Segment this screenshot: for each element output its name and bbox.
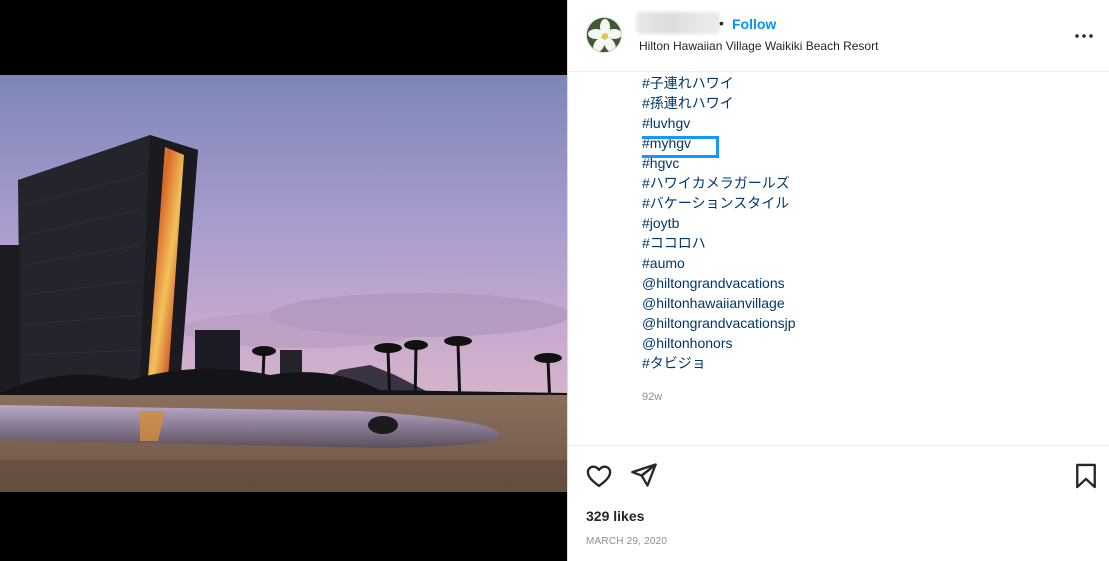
caption-tag-row: #バケーションスタイル: [642, 193, 1082, 213]
post-date: MARCH 29, 2020: [586, 536, 668, 547]
hashtag-link[interactable]: #タビジョ: [642, 355, 706, 371]
caption-tag-row: @hiltonhawaiianvillage: [642, 293, 1082, 313]
post-photo[interactable]: [0, 75, 567, 492]
post-header: • Follow Hilton Hawaiian Village Waikiki…: [568, 0, 1109, 72]
caption-tag-row: #子連れハワイ: [642, 73, 1082, 93]
hashtag-link[interactable]: #joytb: [642, 215, 679, 231]
post-actions: 329 likes MARCH 29, 2020: [568, 445, 1109, 561]
location-link[interactable]: Hilton Hawaiian Village Waikiki Beach Re…: [639, 39, 878, 53]
caption-tag-row: @hiltonhonors: [642, 333, 1082, 353]
send-icon[interactable]: [630, 461, 658, 489]
hashtag-link[interactable]: #ココロハ: [642, 235, 706, 251]
hashtag-link[interactable]: #luvhgv: [642, 115, 690, 131]
caption-tag-row: @hiltongrandvacations: [642, 273, 1082, 293]
hashtag-link[interactable]: #ハワイカメラガールズ: [642, 175, 790, 191]
highlight-box: [642, 136, 719, 158]
caption-tag-list: #子連れハワイ #孫連れハワイ #luvhgv #myhgv #hgvc #ハワイカメラガ…: [642, 73, 1082, 373]
post-media: [0, 0, 567, 561]
hashtag-link[interactable]: #孫連れハワイ: [642, 95, 734, 111]
bookmark-icon[interactable]: [1072, 462, 1100, 490]
caption-tag-row: #ココロハ: [642, 233, 1082, 253]
caption-tag-row: #aumo: [642, 253, 1082, 273]
likes-count[interactable]: 329 likes: [586, 508, 644, 524]
mention-link[interactable]: @hiltongrandvacations: [642, 275, 785, 291]
hashtag-link[interactable]: #バケーションスタイル: [642, 195, 789, 211]
username-redacted[interactable]: [636, 12, 720, 34]
heart-icon[interactable]: [585, 462, 613, 490]
separator-dot: •: [719, 15, 724, 31]
caption-tag-row: #luvhgv: [642, 113, 1082, 133]
comment-age: 92w: [642, 391, 663, 403]
avatar[interactable]: [586, 17, 622, 53]
mention-link[interactable]: @hiltonhawaiianvillage: [642, 295, 785, 311]
flower-avatar-icon: [587, 18, 621, 52]
caption-tag-row: #ハワイカメラガールズ: [642, 173, 1082, 193]
caption-tag-row: @hiltongrandvacationsjp: [642, 313, 1082, 333]
hashtag-link[interactable]: #子連れハワイ: [642, 75, 734, 91]
caption-tag-row: #タビジョ: [642, 353, 1082, 373]
hashtag-link[interactable]: #aumo: [642, 255, 685, 271]
caption-tag-row: #孫連れハワイ: [642, 93, 1082, 113]
follow-button[interactable]: Follow: [732, 16, 776, 32]
post-caption: #子連れハワイ #孫連れハワイ #luvhgv #myhgv #hgvc #ハワイカメラガ…: [642, 73, 1082, 445]
mention-link[interactable]: @hiltonhonors: [642, 335, 733, 351]
more-options-icon[interactable]: [1072, 24, 1096, 48]
post-side-panel: • Follow Hilton Hawaiian Village Waikiki…: [567, 0, 1109, 561]
mention-link[interactable]: @hiltongrandvacationsjp: [642, 315, 796, 331]
caption-tag-row: #joytb: [642, 213, 1082, 233]
